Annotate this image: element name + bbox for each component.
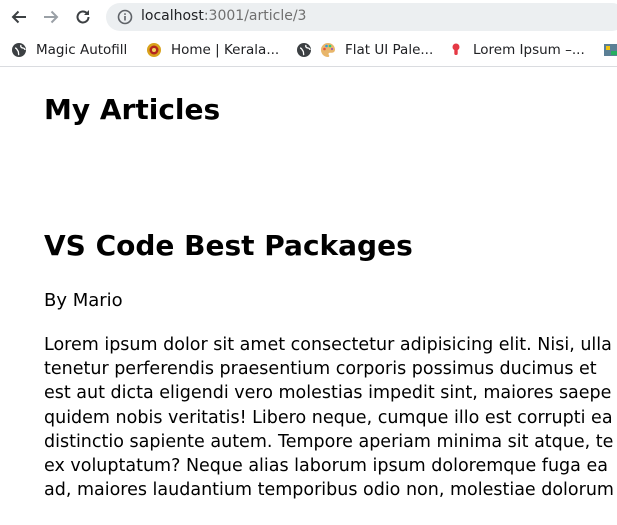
bookmark-label: Home | Kerala...	[171, 42, 280, 58]
bookmark-label: Flat UI Pale...	[345, 42, 434, 58]
site-info-icon[interactable]	[117, 9, 133, 29]
bookmark-label: Magic Autofill	[36, 42, 128, 58]
article-byline: By Mario	[44, 290, 123, 311]
article-body-line: ex voluptatum? Neque alias laborum ipsum…	[44, 456, 608, 477]
article-title: VS Code Best Packages	[44, 229, 413, 262]
article-body-line: Lorem ipsum dolor sit amet consectetur a…	[44, 335, 612, 355]
palette-icon	[320, 42, 336, 58]
kerala-logo-icon	[146, 42, 162, 58]
article-body: Lorem ipsum dolor sit amet consectetur a…	[44, 333, 617, 502]
article-body-line: tenetur perferendis praesentium corporis…	[44, 359, 597, 380]
article-body-line: distinctio sapiente autem. Tempore aperi…	[44, 431, 614, 452]
url-text: localhost:3001/article/3	[141, 8, 306, 24]
page-title: My Articles	[44, 93, 221, 126]
url-host: localhost	[141, 8, 204, 24]
globe-icon	[296, 42, 312, 58]
bookmark-lorem-ipsum[interactable]: Lorem Ipsum –...	[448, 40, 585, 60]
page-content: My Articles VS Code Best Packages By Mar…	[0, 68, 617, 525]
bookmark-flat-ui-palette[interactable]: Flat UI Pale...	[320, 40, 433, 60]
bookmark-globe[interactable]	[296, 40, 320, 60]
browser-toolbar: localhost:3001/article/3	[0, 0, 617, 34]
bookmarks-bar: Magic Autofill Home | Kerala... Flat UI …	[0, 34, 617, 67]
arrow-right-icon	[44, 10, 59, 24]
bookmark-home-kerala[interactable]: Home | Kerala...	[146, 40, 279, 60]
address-bar[interactable]: localhost:3001/article/3	[106, 3, 617, 31]
article-body-line: ad, maiores laudantium temporibus odio n…	[44, 480, 614, 501]
lorem-logo-icon	[448, 42, 464, 58]
reload-button[interactable]	[71, 6, 95, 28]
reload-icon	[76, 10, 90, 24]
bookmark-label: Lorem Ipsum –...	[473, 42, 585, 58]
globe-icon	[11, 42, 27, 58]
url-path: :3001/article/3	[203, 8, 307, 24]
bookmark-magic-autofill[interactable]: Magic Autofill	[11, 40, 127, 60]
forward-button[interactable]	[39, 6, 63, 28]
bookmark-overflow[interactable]	[603, 40, 617, 60]
back-button[interactable]	[7, 6, 31, 28]
arrow-left-icon	[11, 10, 26, 24]
article-body-line: quidem nobis veritatis! Libero neque, cu…	[44, 407, 613, 428]
image-icon	[603, 42, 617, 58]
article-body-line: est aut dicta eligendi vero molestias im…	[44, 383, 612, 404]
